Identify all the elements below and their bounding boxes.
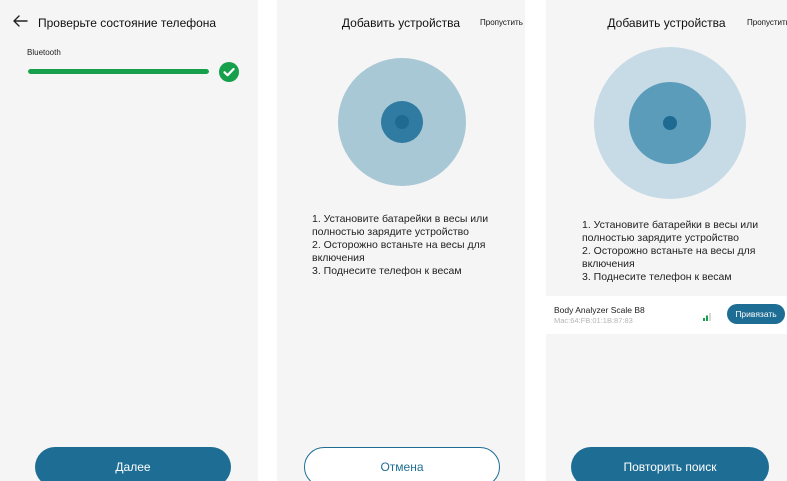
instruction-line: полностью зарядите устройство <box>312 226 469 238</box>
bind-device-button[interactable]: Привязать <box>727 304 785 324</box>
device-list-item[interactable]: Body Analyzer Scale B8 Mac:64:FB:01:1B:8… <box>546 296 787 334</box>
instruction-line: 2. Осторожно встаньте на весы для <box>582 245 756 257</box>
instruction-line: полностью зарядите устройство <box>582 232 739 244</box>
bluetooth-label: Bluetooth <box>27 48 61 57</box>
bluetooth-progress-bar <box>28 69 209 74</box>
page-title: Проверьте состояние телефона <box>38 16 217 30</box>
check-circle-icon <box>219 62 239 82</box>
instruction-line: 1. Установите батарейки в весы или <box>312 213 489 225</box>
instruction-line: 3. Поднесите телефон к весам <box>582 271 732 283</box>
scanning-rings-graphic <box>338 58 466 186</box>
instruction-line: включения <box>582 258 635 270</box>
next-button[interactable]: Далее <box>35 447 231 481</box>
skip-link[interactable]: Пропустить <box>747 18 787 27</box>
signal-strength-icon <box>703 313 711 321</box>
instruction-line: включения <box>312 252 365 264</box>
add-device-screen: Добавить устройства Пропустить 1. Устано… <box>277 0 525 481</box>
instructions: 1. Установите батарейки в весы или полно… <box>312 213 488 278</box>
device-found-screen: Добавить устройства Пропустить 1. Устано… <box>546 0 787 481</box>
instruction-line: 1. Установите батарейки в весы или <box>582 219 759 231</box>
retry-search-button[interactable]: Повторить поиск <box>571 447 769 481</box>
instruction-line: 3. Поднесите телефон к весам <box>312 265 462 277</box>
device-name: Body Analyzer Scale B8 <box>554 305 645 315</box>
back-arrow-icon[interactable] <box>12 12 28 30</box>
instructions: 1. Установите батарейки в весы или полно… <box>582 219 758 284</box>
phone-check-screen: Проверьте состояние телефона Bluetooth Д… <box>0 0 258 481</box>
scanning-rings-graphic <box>594 47 746 199</box>
instruction-line: 2. Осторожно встаньте на весы для <box>312 239 486 251</box>
cancel-button[interactable]: Отмена <box>304 447 500 481</box>
device-mac: Mac:64:FB:01:1B:87:83 <box>554 316 633 325</box>
skip-link[interactable]: Пропустить <box>480 18 523 27</box>
bluetooth-progress-fill <box>28 69 209 74</box>
